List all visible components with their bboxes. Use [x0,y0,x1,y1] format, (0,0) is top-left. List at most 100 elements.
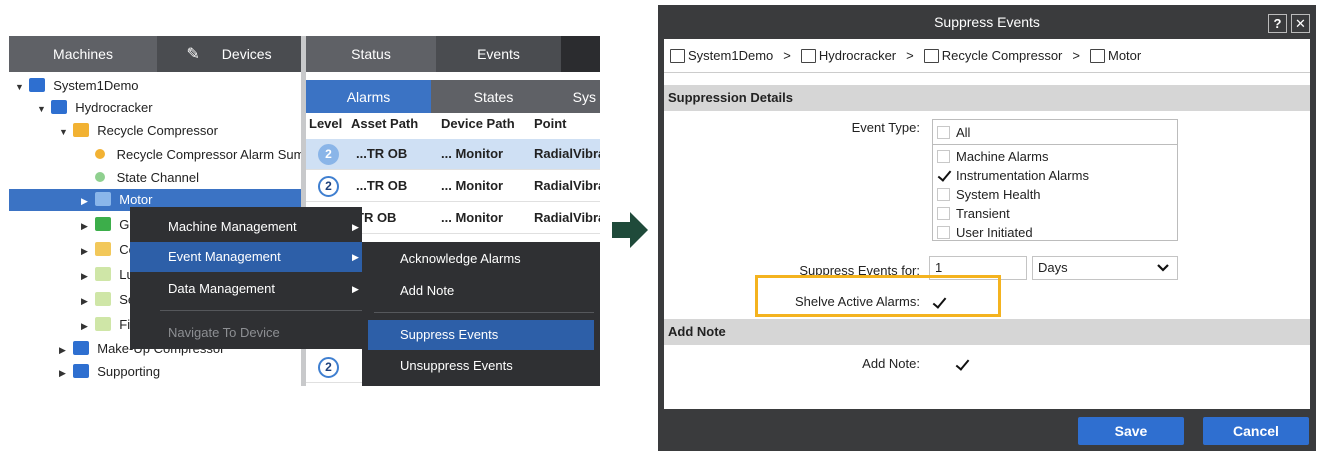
tree-node-label: Recycle Compressor Alarm Sum [116,147,305,162]
highlight-box [755,275,1001,317]
breadcrumb-item[interactable]: Hydrocracker [819,48,896,63]
menu-item-add-note[interactable]: Add Note [362,276,600,306]
breadcrumb-separator: > [1072,48,1080,63]
expand-icon[interactable]: ▶ [81,215,91,237]
checkbox[interactable] [937,150,950,163]
compressor-icon [72,123,89,137]
event-type-option-user-initiated[interactable]: User Initiated [937,223,1033,242]
dialog-body: System1Demo > Hydrocracker > Recycle Com… [664,39,1310,409]
expand-icon[interactable]: ▶ [81,290,91,312]
table-row[interactable]: 2 ...TR OB ... Monitor RadialVibra [306,171,600,202]
add-note-label: Add Note: [862,356,920,371]
breadcrumb-item[interactable]: Recycle Compressor [942,48,1063,63]
menu-item-label: Acknowledge Alarms [400,251,521,266]
expand-icon[interactable]: ▶ [81,190,91,212]
menu-item-navigate-to-device: Navigate To Device [130,318,362,348]
suppress-unit-select[interactable]: Days [1032,256,1178,280]
tree-node-generator[interactable]: ▶ Ge [81,214,137,236]
devices-icon: ✎ [186,46,200,63]
machine-icon [94,267,111,281]
option-label: Instrumentation Alarms [956,168,1089,183]
close-button[interactable]: ✕ [1291,14,1310,33]
menu-divider [160,310,362,311]
col-header-level[interactable]: Level [309,116,342,138]
cancel-button[interactable]: Cancel [1203,417,1309,445]
col-header-device-path[interactable]: Device Path [441,116,515,138]
tree-node-label: State Channel [116,170,200,185]
expand-icon[interactable]: ▼ [59,121,69,143]
event-type-option-transient[interactable]: Transient [937,204,1010,223]
menu-item-label: Event Management [168,249,281,264]
table-row[interactable]: 2 ...TR OB ... Monitor RadialVibra [306,139,600,170]
subtab-label: Alarms [346,88,391,105]
tree-node-label: Hydrocracker [75,100,153,115]
subtab-states[interactable]: States [431,80,556,113]
expand-icon[interactable]: ▶ [59,339,69,361]
tab-machines-label: Machines [53,46,113,62]
tree-node-state-channel[interactable]: State Channel [95,167,199,189]
tab-machines[interactable]: Machines [9,36,157,72]
menu-item-acknowledge-alarms[interactable]: Acknowledge Alarms [362,244,600,274]
factory-icon [670,48,685,63]
col-header-asset-path[interactable]: Asset Path [351,116,418,138]
save-button[interactable]: Save [1078,417,1184,445]
breadcrumb-item[interactable]: System1Demo [688,48,773,63]
menu-item-data-management[interactable]: Data Management ▶ [130,274,362,304]
subtab-sys[interactable]: Sys [556,80,600,113]
tree-node-co[interactable]: ▶ Co [81,239,136,261]
tree-node-se[interactable]: ▶ Se [81,289,135,311]
unit-icon [72,364,89,378]
submenu-arrow-icon: ▶ [352,284,359,294]
motor-icon [94,192,111,206]
tree-node-hydrocracker[interactable]: ▼ Hydrocracker [37,97,153,119]
arrow-right-icon [612,212,648,248]
subtab-alarms[interactable]: Alarms [306,80,431,113]
tree-node-system[interactable]: ▼ System1Demo [15,75,139,97]
breadcrumb-item[interactable]: Motor [1108,48,1141,63]
checkbox[interactable] [937,126,950,139]
event-type-list: All Machine Alarms Instrumentation Alarm… [932,119,1178,241]
expand-icon[interactable]: ▼ [37,98,47,120]
tab-devices[interactable]: ✎ Devices [157,36,301,72]
event-type-option-instrumentation-alarms[interactable]: Instrumentation Alarms [937,166,1089,185]
add-note-checkbox[interactable] [955,358,968,371]
tab-status[interactable]: Status [306,36,436,72]
level-badge: 2 [318,357,339,378]
option-label: Machine Alarms [956,149,1049,164]
menu-item-unsuppress-events[interactable]: Unsuppress Events [362,351,600,381]
col-header-point[interactable]: Point [534,116,567,138]
section-header-suppression-details: Suppression Details [664,85,1310,111]
checkbox[interactable] [937,226,950,239]
tree-node-recycle-compressor[interactable]: ▼ Recycle Compressor [59,120,218,142]
suppress-events-dialog: Suppress Events ? ✕ System1Demo > Hydroc… [658,5,1316,451]
menu-item-event-management[interactable]: Event Management ▶ [130,242,362,272]
tab-status-label: Status [351,46,391,62]
machine-icon [94,242,111,256]
expand-icon[interactable]: ▶ [81,240,91,262]
tab-events[interactable]: Events [436,36,561,72]
checkbox-checked[interactable] [937,169,950,182]
tree-node-supporting[interactable]: ▶ Supporting [59,361,160,383]
device-path-cell: ... Monitor [441,146,504,161]
tree-node-fir[interactable]: ▶ Fir [81,314,134,336]
expand-icon[interactable]: ▶ [81,315,91,337]
menu-item-suppress-events[interactable]: Suppress Events [368,320,594,350]
event-type-option-all[interactable]: All [937,123,970,142]
checkbox[interactable] [937,188,950,201]
menu-item-label: Unsuppress Events [400,358,513,373]
expand-icon[interactable]: ▶ [59,362,69,384]
event-type-option-machine-alarms[interactable]: Machine Alarms [937,147,1048,166]
checkbox[interactable] [937,207,950,220]
tree-node-alarm-summary[interactable]: Recycle Compressor Alarm Sum [95,144,304,166]
level-badge: 2 [318,144,339,165]
tree-node-label: Supporting [97,364,161,379]
expand-icon[interactable]: ▼ [15,76,25,98]
menu-item-machine-management[interactable]: Machine Management ▶ [130,212,362,242]
machine-icon [94,317,111,331]
expand-icon[interactable]: ▶ [81,265,91,287]
breadcrumb: System1Demo > Hydrocracker > Recycle Com… [664,39,1310,73]
option-label: User Initiated [956,225,1033,240]
help-button[interactable]: ? [1268,14,1287,33]
event-type-option-system-health[interactable]: System Health [937,185,1041,204]
tree-node-lu[interactable]: ▶ Lu [81,264,134,286]
